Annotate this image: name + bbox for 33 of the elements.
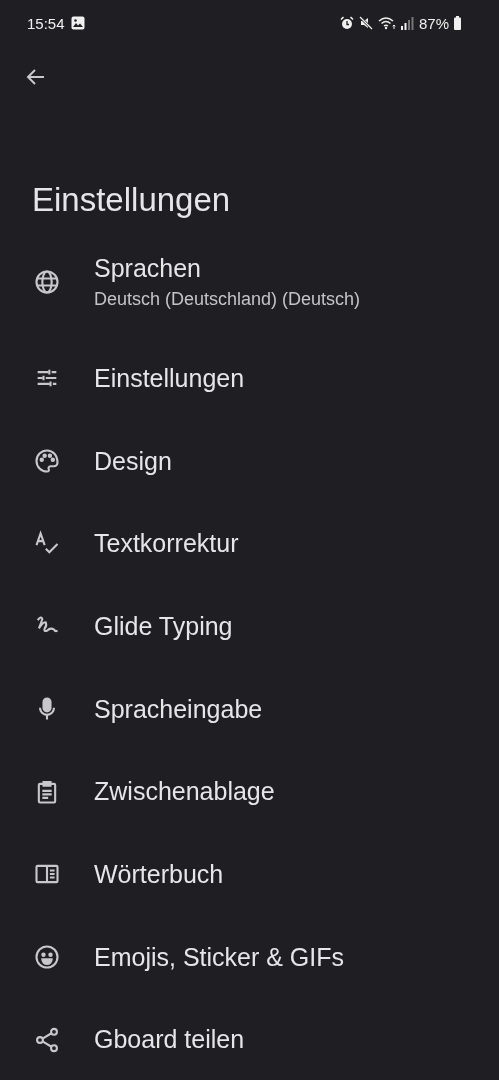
globe-icon (33, 268, 61, 296)
battery-percent: 87% (418, 14, 449, 32)
item-label: Emojis, Sticker & GIFs (94, 942, 345, 972)
settings-item[interactable]: Sprachen Deutsch (Deutschland) (Deutsch) (0, 234, 499, 330)
settings-item[interactable]: Einstellungen (0, 337, 499, 420)
settings-item[interactable]: Spracheingabe (0, 667, 499, 751)
signal-icon (400, 16, 414, 30)
item-label: Design (94, 446, 172, 476)
mute-icon (358, 16, 373, 30)
item-label: Textkorrektur (94, 529, 239, 559)
share-icon (33, 1025, 61, 1054)
wifi-icon (377, 16, 396, 30)
item-label: Gboard teilen (94, 1025, 245, 1055)
item-label: Sprachen (94, 254, 203, 283)
item-label: Einstellungen (94, 363, 245, 393)
item-subtitle: Deutsch (Deutschland) (Deutsch) (94, 289, 361, 310)
item-label: Glide Typing (94, 611, 233, 641)
page-title: Einstellungen (32, 180, 232, 220)
item-label: Wörterbuch (94, 859, 224, 889)
settings-item[interactable]: Zwischenablage (0, 750, 499, 834)
settings-item[interactable]: Design (0, 419, 499, 503)
settings-item[interactable]: Textkorrektur (0, 502, 499, 586)
alarm-icon (339, 16, 354, 30)
settings-item[interactable]: Emojis, Sticker & GIFs (0, 915, 499, 999)
palette-icon (33, 447, 61, 476)
settings-item[interactable]: Gboard teilen (0, 998, 499, 1080)
settings-item[interactable]: Wörterbuch (0, 833, 499, 916)
status-time: 15:54 (27, 14, 65, 32)
battery-icon (454, 16, 461, 30)
settings-item[interactable]: Glide Typing (0, 585, 499, 668)
item-label: Zwischenablage (94, 777, 275, 807)
image-icon (70, 16, 85, 30)
item-label: Spracheingabe (94, 694, 263, 724)
